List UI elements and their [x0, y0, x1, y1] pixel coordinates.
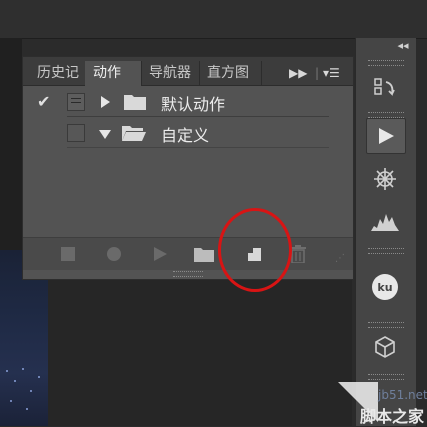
collapse-dock-icon[interactable]: ◂◂ [393, 40, 413, 52]
play-actions-icon[interactable] [366, 118, 406, 154]
watermark-name: 脚本之家 [360, 407, 425, 426]
dock-grip[interactable] [368, 322, 404, 328]
folder-icon [124, 95, 146, 110]
panel-tabbar: 历史记 动作 导航器 直方图 ▶▶ | ▾☰ [23, 57, 353, 86]
top-strip [0, 0, 427, 39]
history-icon[interactable] [366, 72, 404, 106]
stop-icon[interactable] [57, 244, 79, 264]
actions-list-empty [23, 149, 353, 237]
dock-grip[interactable] [368, 248, 404, 254]
dock-grip[interactable] [368, 374, 404, 380]
tab-histogram[interactable]: 直方图 [199, 61, 262, 85]
resize-grip-icon[interactable]: ⋰ [329, 248, 351, 268]
tab-navigator[interactable]: 导航器 [141, 61, 200, 85]
dialog-toggle-icon[interactable] [67, 124, 85, 142]
new-set-folder-icon[interactable] [193, 244, 215, 264]
dialog-toggle-icon[interactable] [67, 93, 85, 111]
actions-panel: 历史记 动作 导航器 直方图 ▶▶ | ▾☰ ✔ 默认动作 自定义 ⋰ [22, 56, 354, 280]
svg-text:ku: ku [377, 281, 392, 294]
tab-divider: | [315, 66, 320, 80]
check-icon[interactable]: ✔ [37, 92, 50, 111]
right-dock: ku [355, 38, 416, 426]
action-set-label: 默认动作 [161, 95, 226, 114]
panel-resize-grip[interactable] [173, 271, 203, 277]
open-folder-icon [122, 126, 146, 141]
collapse-arrow-icon[interactable] [99, 130, 111, 139]
tab-history[interactable]: 历史记 [29, 61, 86, 85]
panel-menu-icon[interactable]: ▾☰ [323, 61, 340, 85]
list-item[interactable]: 自定义 [23, 118, 353, 148]
histogram-icon[interactable] [366, 204, 404, 238]
highlight-circle [218, 208, 292, 292]
actions-toolbar: ⋰ [23, 237, 353, 270]
watermark-site: jb51.net [378, 388, 427, 402]
document-area-bottom [22, 278, 352, 426]
navigator-icon[interactable] [366, 162, 404, 196]
record-icon[interactable] [103, 244, 125, 264]
play-icon[interactable] [149, 244, 171, 264]
dock-grip[interactable] [368, 60, 404, 66]
list-item[interactable]: ✔ 默认动作 [23, 87, 353, 117]
action-set-label: 自定义 [161, 126, 210, 145]
expand-arrows-icon[interactable]: ▶▶ [289, 61, 307, 85]
expand-arrow-icon[interactable] [101, 96, 110, 108]
ku-icon[interactable]: ku [366, 270, 404, 304]
tab-actions[interactable]: 动作 [85, 61, 142, 86]
3d-icon[interactable] [366, 330, 404, 364]
